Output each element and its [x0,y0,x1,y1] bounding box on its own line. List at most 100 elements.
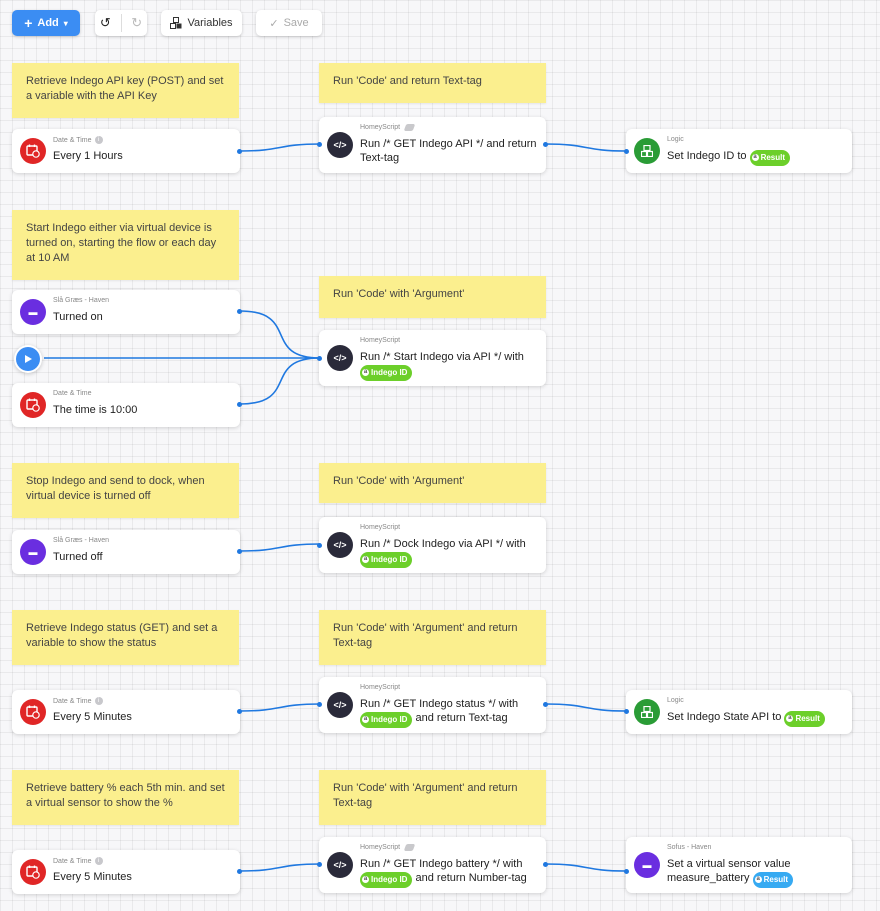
output-port[interactable] [237,549,242,554]
note[interactable]: Retrieve Indego API key (POST) and set a… [12,63,239,118]
wire [239,143,321,152]
indego-id-tag[interactable]: a Indego ID [360,711,413,728]
card-source: Date & Time [53,390,92,397]
variables-icon [170,17,182,29]
divider [120,14,122,32]
card-text: Every 5 Minutes [53,711,132,723]
tag-label: Indego ID [371,714,408,724]
tag-label: Indego ID [371,874,408,884]
check-icon: ✓ [269,17,279,30]
result-tag[interactable]: a Result [752,871,794,888]
indego-id-tag[interactable]: a Indego ID [360,871,413,888]
code-icon: </> [327,532,353,558]
input-port[interactable] [624,709,629,714]
card-source: HomeyScript [360,124,401,131]
trigger-card[interactable]: Date & Time i Every 5 Minutes [12,850,242,894]
card-source: Slå Græs - Haven [53,297,110,304]
input-port[interactable] [317,142,322,147]
card-text: Run /* GET Indego status */ with [360,698,519,710]
input-port[interactable] [624,149,629,154]
note[interactable]: Run 'Code' with 'Argument' and return Te… [319,770,546,825]
input-port[interactable] [624,869,629,874]
card-source: Sofus - Haven [667,844,712,851]
action-card[interactable]: Logic Set Indego State API to a Result [624,690,852,734]
action-card[interactable]: </> HomeyScript Run /* Dock Indego via A… [317,517,546,573]
info-icon[interactable]: i [94,136,103,144]
tag-icon: a [786,715,794,722]
output-port[interactable] [543,142,548,147]
undo-button[interactable]: ↺ [95,15,116,31]
trigger-card[interactable]: Date & Time i Every 1 Hours [12,129,242,173]
indego-id-tag[interactable]: a Indego ID [360,551,413,568]
trigger-card[interactable]: Date & Time The time is 10:00 [12,383,242,427]
card-text: Run /* Start Indego via API */ with [360,351,524,363]
card-source: Date & Time [53,857,92,865]
output-port[interactable] [237,869,242,874]
note[interactable]: Run 'Code' with 'Argument' and return Te… [319,610,546,665]
note[interactable]: Stop Indego and send to dock, when virtu… [12,463,239,518]
variables-label: Variables [187,17,233,29]
action-card[interactable]: </> HomeyScript Run /* Start Indego via … [317,330,546,386]
tag-icon: a [362,876,369,883]
card-text: Every 1 Hours [53,150,123,162]
output-port[interactable] [237,402,242,407]
code-icon: </> [327,345,353,371]
trigger-card[interactable]: ▬ Slå Græs - Haven Turned on [12,290,242,334]
trigger-card[interactable]: ▬ Slå Græs - Haven Turned off [12,530,242,574]
variables-button[interactable]: Variables [161,10,242,36]
output-port[interactable] [543,862,548,867]
input-port[interactable] [317,702,322,707]
note[interactable]: Retrieve battery % each 5th min. and set… [12,770,239,825]
note[interactable]: Run 'Code' with 'Argument' [319,276,546,318]
wire [239,543,321,552]
action-card[interactable]: </> HomeyScript Run /* GET Indego API */… [317,117,548,173]
mower-icon: ▬ [634,852,660,878]
action-card[interactable]: </> HomeyScript Run /* GET Indego status… [317,677,548,733]
wire [545,863,627,872]
note[interactable]: Start Indego either via virtual device i… [12,210,239,280]
tag-label: Result [760,152,786,162]
note[interactable]: Retrieve Indego status (GET) and set a v… [12,610,239,665]
wire [545,703,627,712]
card-source: Slå Græs - Haven [53,537,110,544]
start-flow-button[interactable] [14,345,42,373]
output-port[interactable] [237,149,242,154]
action-card[interactable]: ▬ Sofus - Haven Set a virtual sensor val… [624,837,852,893]
tag-label: Indego ID [371,367,408,377]
chevron-down-icon: ▾ [63,18,68,28]
add-button[interactable]: + Add ▾ [12,10,80,36]
output-port[interactable] [237,709,242,714]
note[interactable]: Run 'Code' and return Text-tag [319,63,546,103]
card-text: Set a virtual sensor value [667,858,791,870]
tag-icon: a [751,154,759,161]
card-text: The time is 10:00 [53,404,138,416]
mower-icon: ▬ [20,299,46,325]
input-port[interactable] [317,862,322,867]
card-text: Turned on [53,311,103,323]
indego-id-tag[interactable]: a Indego ID [360,364,413,381]
output-port[interactable] [237,309,242,314]
result-tag[interactable]: a Result [749,149,791,166]
redo-button[interactable]: ↻ [126,15,147,31]
input-port[interactable] [317,543,322,548]
note[interactable]: Run 'Code' with 'Argument' [319,463,546,503]
action-card[interactable]: </> HomeyScript Run /* GET Indego batter… [317,837,548,893]
card-source: Date & Time [53,697,92,705]
card-text-after: and return Text-tag [415,712,508,724]
trigger-card[interactable]: Date & Time i Every 5 Minutes [12,690,242,734]
code-icon: </> [327,852,353,878]
mower-icon: ▬ [20,539,46,565]
info-icon[interactable]: i [94,697,103,705]
save-button[interactable]: ✓ Save [256,10,322,36]
output-port[interactable] [543,702,548,707]
wire [239,310,321,359]
input-port[interactable] [317,356,322,361]
calendar-clock-icon [20,392,46,418]
result-tag[interactable]: a Result [784,710,825,727]
logic-icon [634,699,660,725]
action-card[interactable]: Logic Set Indego ID to a Result [624,129,852,173]
card-source: HomeyScript [360,337,401,344]
info-icon[interactable]: i [94,857,103,865]
save-label: Save [283,17,309,29]
card-text: Set Indego ID to [667,150,747,162]
